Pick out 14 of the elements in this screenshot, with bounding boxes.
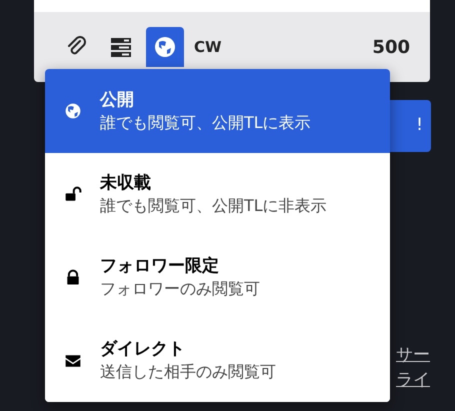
visibility-option[interactable]: ダイレクト 送信した相手のみ閲覧可 [45, 319, 390, 402]
submit-button[interactable]: ! [390, 100, 431, 152]
unlocked-padlock-icon [64, 186, 82, 204]
globe-icon [64, 102, 82, 120]
footer-link[interactable]: サー [396, 343, 430, 368]
visibility-option[interactable]: 未収載 誰でも閲覧可、公開TLに非表示 [45, 153, 390, 236]
character-counter: 500 [372, 36, 410, 60]
footer-link[interactable]: ライ [396, 368, 430, 393]
globe-icon [154, 36, 176, 58]
visibility-option[interactable]: フォロワー限定 フォロワーのみ閲覧可 [45, 236, 390, 319]
cw-button[interactable]: CW [184, 36, 222, 58]
visibility-button[interactable] [146, 27, 184, 67]
visibility-option[interactable]: 公開 誰でも閲覧可、公開TLに表示 [45, 69, 390, 153]
bars-icon [110, 36, 132, 58]
